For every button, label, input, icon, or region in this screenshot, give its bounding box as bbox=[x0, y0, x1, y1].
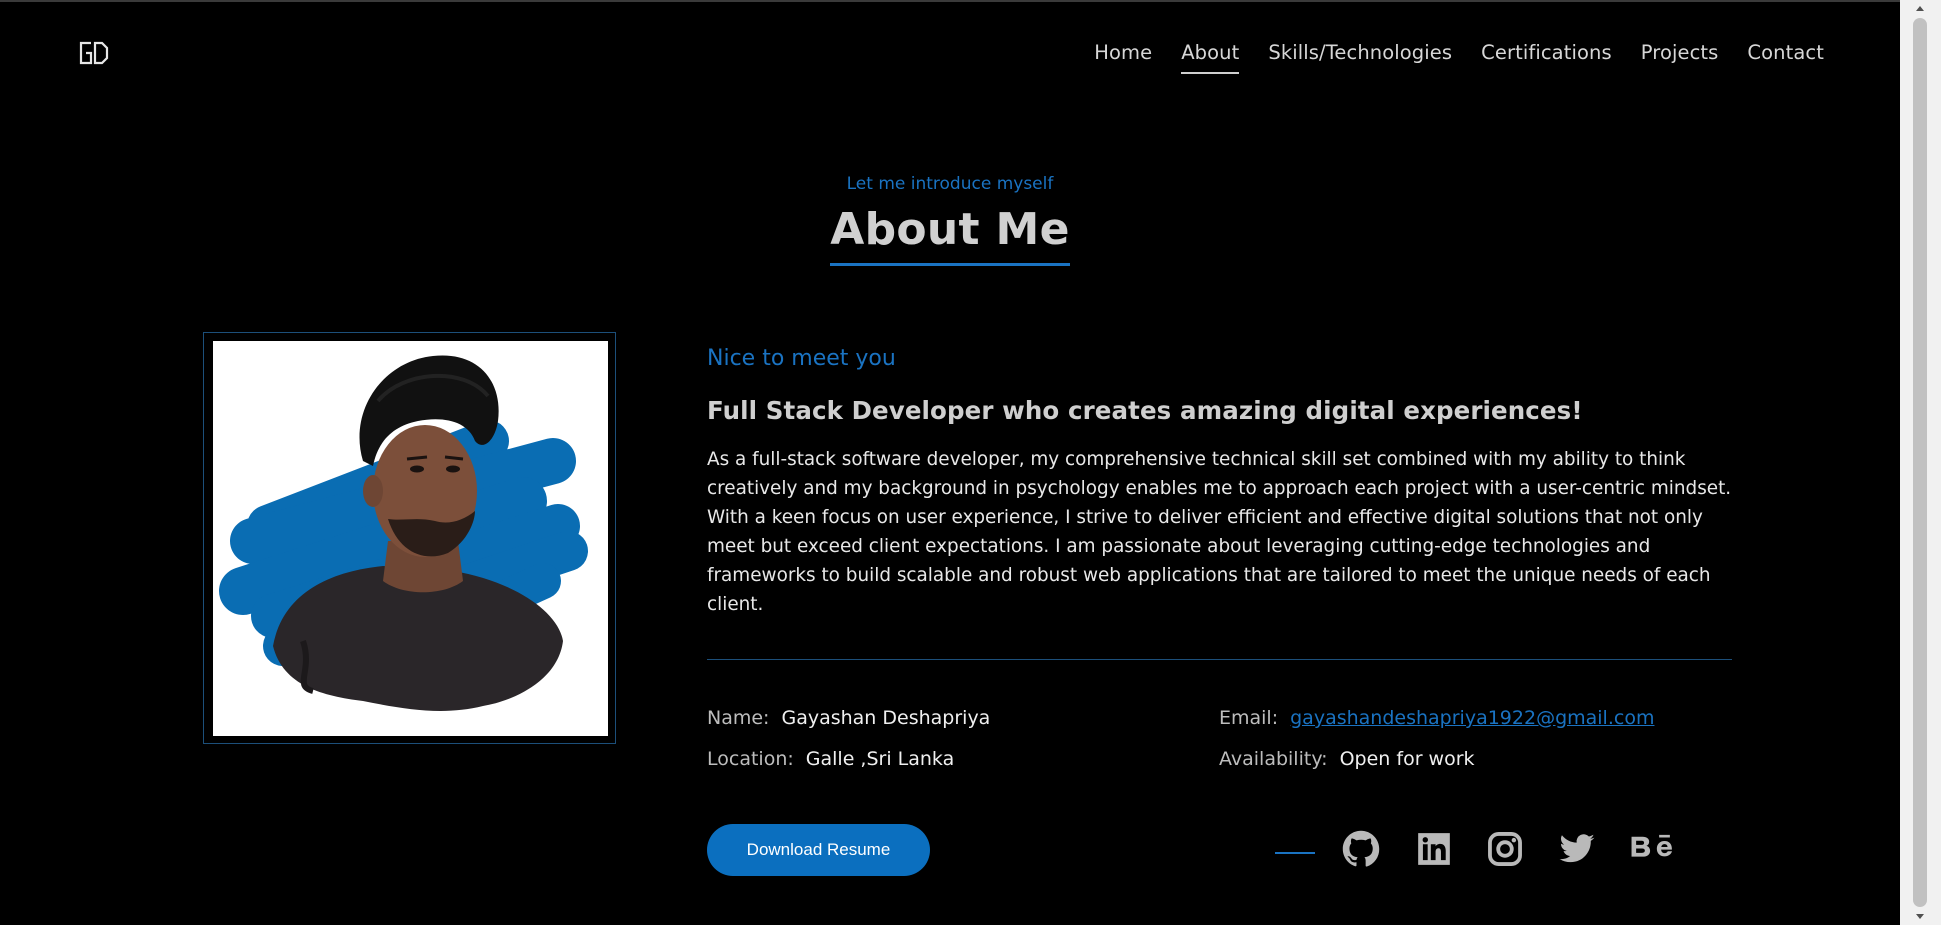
name-label: Name: bbox=[707, 707, 770, 729]
nav-home[interactable]: Home bbox=[1094, 41, 1152, 70]
info-availability: Availability: Open for work bbox=[1219, 748, 1475, 770]
main-nav: Home About Skills/Technologies Certifica… bbox=[1094, 41, 1824, 74]
availability-label: Availability: bbox=[1219, 748, 1328, 770]
nav-skills[interactable]: Skills/Technologies bbox=[1268, 41, 1452, 70]
site-logo[interactable] bbox=[78, 40, 110, 66]
github-icon[interactable] bbox=[1342, 830, 1380, 868]
nav-contact[interactable]: Contact bbox=[1747, 41, 1824, 70]
linkedin-icon[interactable] bbox=[1415, 830, 1453, 868]
profile-photo-frame bbox=[203, 332, 616, 744]
location-value: Galle ,Sri Lanka bbox=[805, 748, 955, 770]
instagram-icon[interactable] bbox=[1486, 830, 1524, 868]
nav-projects[interactable]: Projects bbox=[1641, 41, 1719, 70]
vertical-scrollbar[interactable] bbox=[1900, 0, 1941, 925]
scroll-up-arrow-icon[interactable] bbox=[1913, 2, 1927, 16]
email-link[interactable]: gayashandeshapriya1922@gmail.com bbox=[1290, 707, 1654, 729]
section-title: About Me bbox=[830, 204, 1070, 266]
email-label: Email: bbox=[1219, 707, 1279, 729]
social-divider bbox=[1275, 852, 1315, 854]
info-location: Location: Galle ,Sri Lanka bbox=[707, 748, 954, 770]
nav-certifications[interactable]: Certifications bbox=[1481, 41, 1612, 70]
gd-logo-icon bbox=[79, 41, 109, 65]
profile-photo bbox=[213, 341, 608, 736]
info-email: Email: gayashandeshapriya1922@gmail.com bbox=[1219, 707, 1654, 729]
divider bbox=[707, 659, 1732, 660]
headline: Full Stack Developer who creates amazing… bbox=[707, 396, 1583, 425]
scroll-down-arrow-icon[interactable] bbox=[1913, 909, 1927, 923]
name-value: Gayashan Deshapriya bbox=[781, 707, 991, 729]
twitter-icon[interactable] bbox=[1558, 830, 1596, 868]
availability-value: Open for work bbox=[1339, 748, 1475, 770]
greeting: Nice to meet you bbox=[707, 346, 896, 371]
info-name: Name: Gayashan Deshapriya bbox=[707, 707, 990, 729]
nav-about[interactable]: About bbox=[1181, 41, 1240, 74]
behance-icon[interactable] bbox=[1630, 830, 1676, 868]
section-subtitle: Let me introduce myself bbox=[846, 174, 1054, 194]
scrollbar-thumb[interactable] bbox=[1913, 18, 1927, 907]
bio-text: As a full-stack software developer, my c… bbox=[707, 449, 1732, 615]
location-label: Location: bbox=[707, 748, 794, 770]
download-resume-button[interactable]: Download Resume bbox=[707, 824, 930, 876]
about-content: Nice to meet you Full Stack Developer wh… bbox=[707, 346, 1732, 660]
top-border bbox=[0, 0, 1900, 2]
